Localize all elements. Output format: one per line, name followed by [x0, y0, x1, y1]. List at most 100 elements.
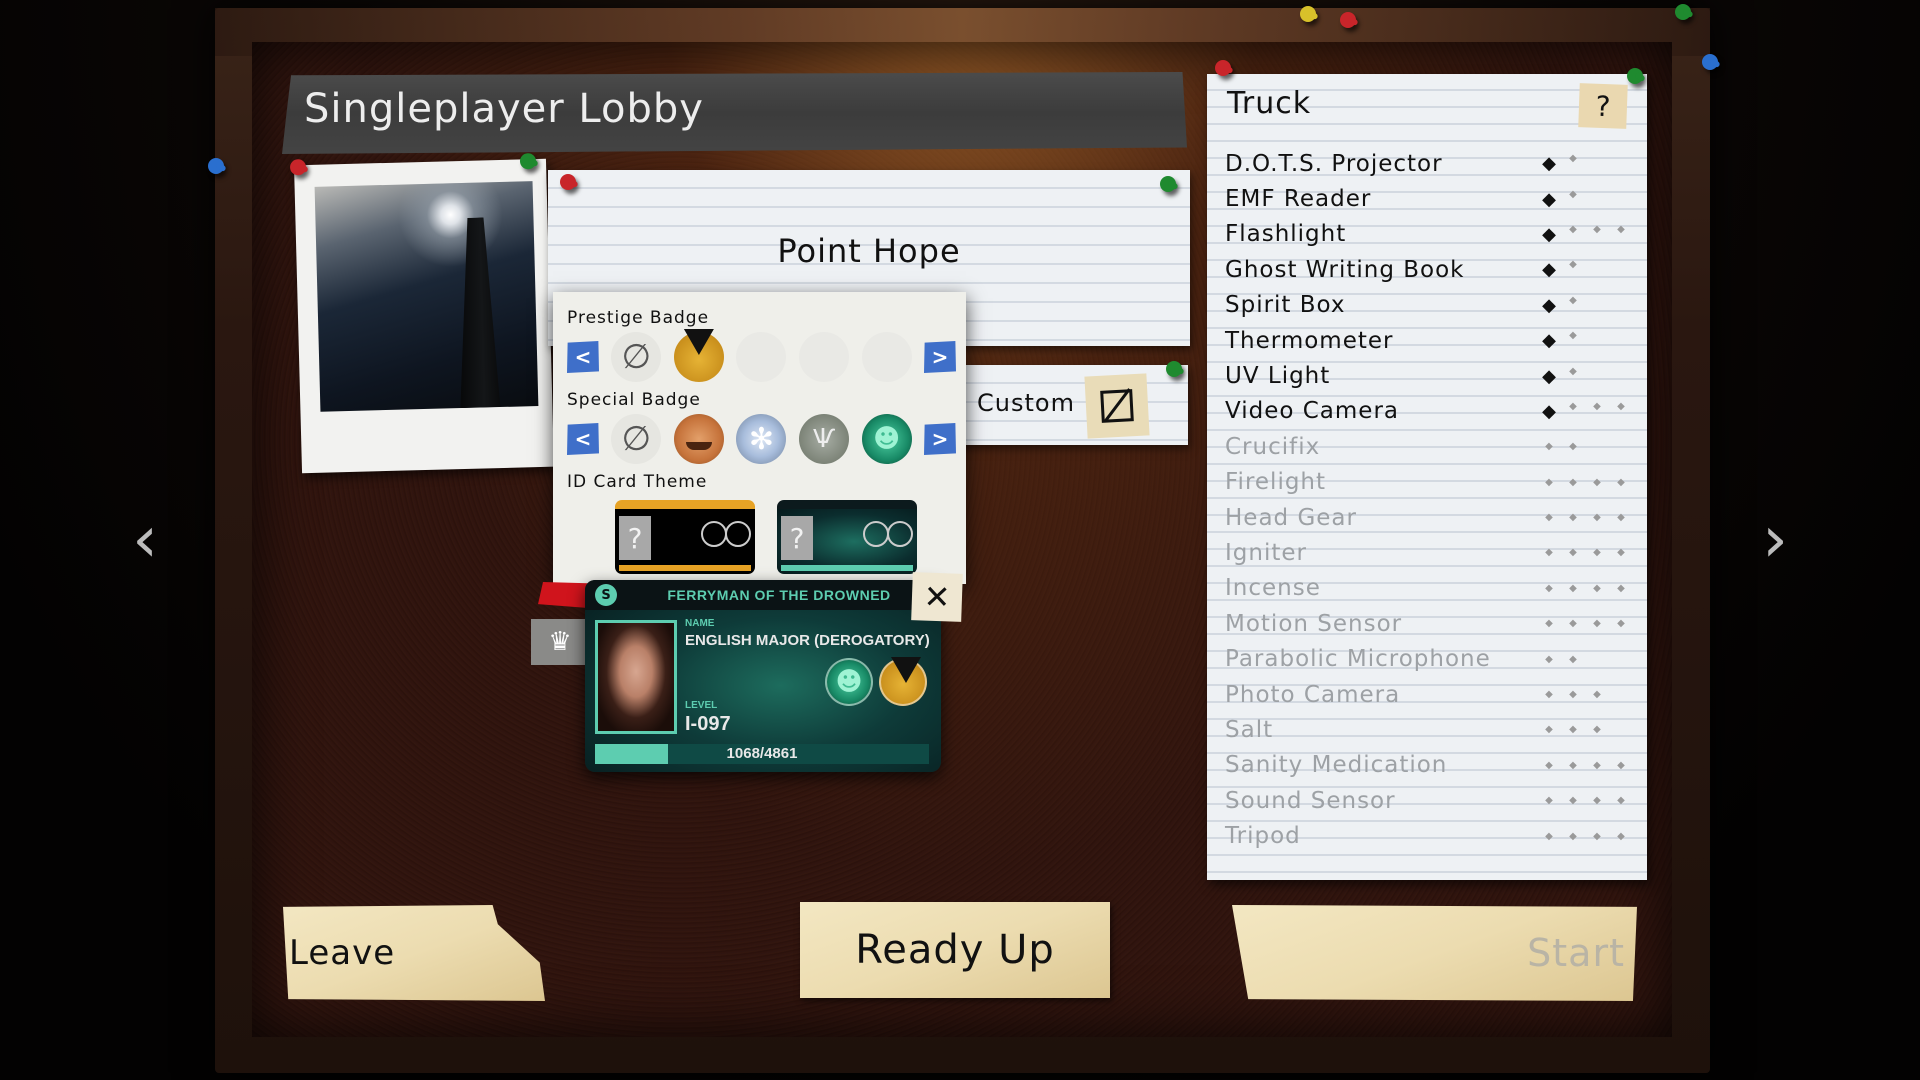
equipment-item[interactable]: Tripod ◆ ◆ ◆ ◆: [1223, 818, 1637, 853]
equipment-tiers: ◆ ◆ ◆ ◆: [1537, 512, 1637, 523]
tier-locked-icon: ◆: [1569, 653, 1577, 665]
level-label: LEVEL: [685, 700, 718, 711]
badge-ring-icons: [863, 521, 913, 547]
theme-ferryman-orange[interactable]: ?: [615, 500, 755, 574]
equipment-tiers: ◆ ◆: [1537, 189, 1637, 210]
horned-badge[interactable]: [799, 414, 850, 464]
prestige-prev-button[interactable]: <: [567, 341, 599, 373]
equipment-name: Head Gear: [1225, 504, 1357, 531]
map-photo[interactable]: [289, 153, 554, 474]
map-name: Point Hope: [777, 232, 961, 270]
equipment-item[interactable]: Firelight ◆ ◆ ◆ ◆: [1223, 465, 1637, 500]
equipment-tiers: ◆ ◆ ◆: [1537, 724, 1637, 735]
pushpin-icon: [560, 174, 576, 190]
ferryman-prestige-badge[interactable]: [673, 332, 724, 382]
equipment-tiers: ◆ ◆: [1537, 441, 1637, 452]
equipment-item[interactable]: Photo Camera ◆ ◆ ◆: [1223, 677, 1637, 712]
equipment-item[interactable]: Ghost Writing Book ◆ ◆: [1223, 252, 1637, 287]
player-color-tag: [538, 582, 588, 608]
equipment-item[interactable]: Igniter ◆ ◆ ◆ ◆: [1223, 535, 1637, 570]
lighthouse-silhouette: [455, 217, 500, 408]
tier-locked-icon: ◆: [1545, 759, 1553, 771]
difficulty-label: Custom: [977, 389, 1075, 417]
player-level: I-097: [685, 713, 731, 735]
tier-locked-icon: ◆: [1569, 441, 1577, 453]
tier-locked-icon: ◆: [1617, 547, 1625, 559]
drowned-badge[interactable]: [861, 414, 912, 464]
tier-locked-icon: ◆: [1617, 618, 1625, 630]
equipment-item[interactable]: EMF Reader ◆ ◆: [1223, 181, 1637, 216]
equipment-item[interactable]: Sanity Medication ◆ ◆ ◆ ◆: [1223, 748, 1637, 783]
equipment-item[interactable]: Thermometer ◆ ◆: [1223, 323, 1637, 358]
id-card-theme-options: ? ?: [615, 500, 917, 574]
equipment-item[interactable]: Spirit Box ◆ ◆: [1223, 288, 1637, 323]
player-portrait: [595, 620, 677, 734]
tier-locked-icon: ◆: [1617, 512, 1625, 524]
equipment-tiers: ◆ ◆: [1537, 654, 1637, 665]
player-name: ENGLISH MAJOR (DEROGATORY): [685, 632, 930, 649]
equipment-item[interactable]: Video Camera ◆ ◆ ◆ ◆: [1223, 394, 1637, 429]
xp-progress-bar: 1068/4861: [595, 744, 929, 764]
tier-locked-icon: ◆: [1569, 294, 1577, 306]
equipment-item[interactable]: Incense ◆ ◆ ◆ ◆: [1223, 571, 1637, 606]
equipment-item[interactable]: Parabolic Microphone ◆ ◆: [1223, 641, 1637, 676]
theme-xp-bar: [619, 565, 751, 571]
crown-icon: ♛: [531, 619, 589, 665]
equipment-item[interactable]: Crucifix ◆ ◆: [1223, 429, 1637, 464]
equipment-tiers: ◆ ◆ ◆: [1537, 689, 1637, 700]
tier-owned-icon: ◆: [1542, 259, 1556, 281]
snowflake-badge[interactable]: [736, 414, 787, 464]
pushpin-icon: [1675, 4, 1691, 20]
pumpkin-badge[interactable]: [673, 414, 724, 464]
start-button[interactable]: Start: [1232, 905, 1637, 1001]
equipment-tiers: ◆ ◆ ◆ ◆: [1537, 547, 1637, 558]
pushpin-icon: [1702, 54, 1718, 70]
equipment-item[interactable]: D.O.T.S. Projector ◆ ◆: [1223, 146, 1637, 181]
prestige-next-button[interactable]: >: [924, 341, 956, 373]
difficulty-card[interactable]: Custom: [952, 361, 1188, 445]
tier-locked-icon: ◆: [1545, 724, 1553, 736]
next-page-arrow[interactable]: ›: [1755, 505, 1795, 575]
tier-locked-icon: ◆: [1593, 795, 1601, 807]
tier-locked-icon: ◆: [1545, 547, 1553, 559]
equipment-item[interactable]: Motion Sensor ◆ ◆ ◆ ◆: [1223, 606, 1637, 641]
equipment-tiers: ◆ ◆: [1537, 330, 1637, 351]
tier-locked-icon: ◆: [1569, 689, 1577, 701]
tier-locked-icon: ◆: [1545, 512, 1553, 524]
equipment-tiers: ◆ ◆ ◆ ◆: [1537, 831, 1637, 842]
equipment-item[interactable]: Head Gear ◆ ◆ ◆ ◆: [1223, 500, 1637, 535]
tier-locked-icon: ◆: [1593, 547, 1601, 559]
tier-locked-icon: ◆: [1593, 830, 1601, 842]
id-card-header: S FERRYMAN OF THE DROWNED: [585, 580, 941, 610]
previous-page-arrow[interactable]: ‹: [125, 505, 165, 575]
equipment-item[interactable]: UV Light ◆ ◆: [1223, 358, 1637, 393]
equipment-name: Firelight: [1225, 469, 1327, 496]
equipment-item[interactable]: Salt ◆ ◆ ◆: [1223, 712, 1637, 747]
tier-locked-icon: ◆: [1593, 582, 1601, 594]
badge-none-option[interactable]: [611, 414, 662, 464]
special-next-button[interactable]: >: [924, 423, 956, 455]
equipment-name: Video Camera: [1225, 398, 1400, 425]
help-button[interactable]: ?: [1578, 83, 1628, 129]
equipment-tiers: ◆ ◆: [1537, 153, 1637, 174]
tier-locked-icon: ◆: [1569, 330, 1577, 342]
equipment-item[interactable]: Flashlight ◆ ◆ ◆ ◆: [1223, 217, 1637, 252]
player-id-card[interactable]: S FERRYMAN OF THE DROWNED NAME ENGLISH M…: [585, 580, 941, 772]
edit-difficulty-button[interactable]: [1084, 373, 1150, 439]
truck-equipment-list: Truck ? D.O.T.S. Projector ◆ ◆ EMF Reader ◆ ◆…: [1207, 60, 1647, 880]
equipment-item[interactable]: Sound Sensor ◆ ◆ ◆ ◆: [1223, 783, 1637, 818]
tier-owned-icon: ◆: [1542, 153, 1556, 175]
tier-owned-icon: ◆: [1542, 365, 1556, 387]
badge-none-option[interactable]: [611, 332, 662, 382]
tier-locked-icon: ◆: [1569, 259, 1577, 271]
equipment-name: Motion Sensor: [1225, 610, 1403, 637]
equipment-name: Flashlight: [1225, 221, 1347, 248]
badge-empty-slot: [736, 332, 787, 382]
ready-up-button[interactable]: Ready Up: [800, 902, 1110, 998]
theme-drowned-teal[interactable]: ?: [777, 500, 917, 574]
badge-empty-slot: [799, 332, 850, 382]
equipment-name: Igniter: [1225, 539, 1307, 566]
close-button[interactable]: ✕: [911, 572, 963, 622]
special-prev-button[interactable]: <: [567, 423, 599, 455]
title-banner: Singleplayer Lobby: [282, 72, 1187, 154]
